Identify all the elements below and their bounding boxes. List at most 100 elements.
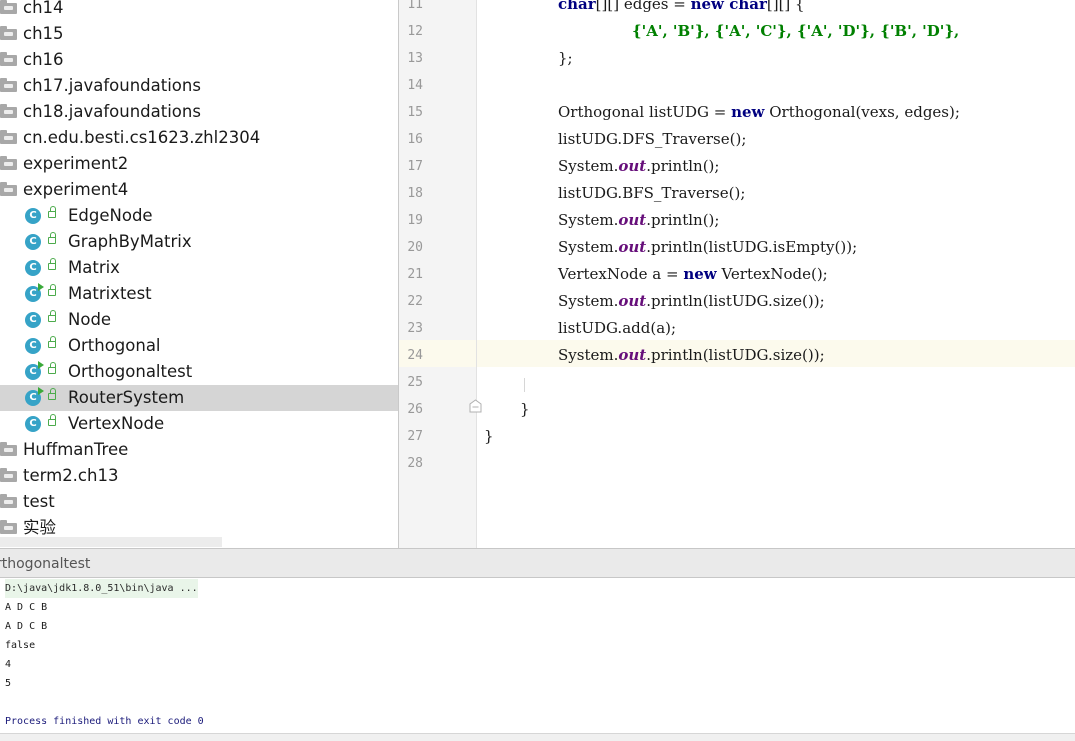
tree-folder-ch17[interactable]: ch17.javafoundations (0, 73, 398, 99)
tree-folder-cn-edu[interactable]: cn.edu.besti.cs1623.zhl2304 (0, 125, 398, 151)
tree-class-graphbymatrix[interactable]: C GraphByMatrix (0, 229, 398, 255)
tree-folder-ch18[interactable]: ch18.javafoundations (0, 99, 398, 125)
tree-folder-ch16[interactable]: ch16 (0, 47, 398, 73)
lock-icon (48, 284, 56, 296)
tree-item-label: ch16 (23, 50, 64, 69)
tree-item-label: VertexNode (68, 414, 165, 433)
lock-icon (48, 414, 56, 426)
code-line-19[interactable]: System.out.println(); (558, 207, 719, 234)
line-number: 25 (407, 375, 423, 390)
folder-icon (0, 130, 17, 144)
code-line-26[interactable]: } (520, 396, 530, 423)
tree-class-vertexnode[interactable]: C VertexNode (0, 411, 398, 437)
runnable-class-icon: C (25, 387, 44, 406)
tree-item-label: HuffmanTree (23, 440, 129, 459)
folder-icon (0, 0, 17, 14)
run-panel-header[interactable]: rthogonaltest (0, 548, 1075, 578)
code-line-18[interactable]: listUDG.BFS_Traverse(); (558, 180, 745, 207)
line-number: 19 (407, 213, 423, 228)
folder-icon (0, 26, 17, 40)
tree-class-matrix[interactable]: C Matrix (0, 255, 398, 281)
lock-icon (48, 336, 56, 348)
line-number: 16 (407, 132, 423, 147)
tree-item-label: Orthogonal (68, 336, 161, 355)
code-line-16[interactable]: listUDG.DFS_Traverse(); (558, 126, 746, 153)
line-number: 15 (407, 105, 423, 120)
class-icon: C (25, 208, 41, 224)
tree-class-edgenode[interactable]: C EdgeNode (0, 203, 398, 229)
line-number: 12 (407, 24, 423, 39)
code-line-11[interactable]: char[][] edges = new char[][] { (558, 0, 805, 18)
code-line-24[interactable]: System.out.println(listUDG.size()); (558, 342, 825, 369)
runnable-class-icon: C (25, 283, 44, 302)
tree-folder-ch15[interactable]: ch15 (0, 21, 398, 47)
tree-class-node[interactable]: C Node (0, 307, 398, 333)
code-line-22[interactable]: System.out.println(listUDG.size()); (558, 288, 825, 315)
lock-icon (48, 310, 56, 322)
tree-folder-test[interactable]: test (0, 489, 398, 515)
tree-item-label: ch14 (23, 0, 64, 17)
console-output-line: false (5, 640, 36, 651)
fold-icon[interactable] (469, 399, 482, 413)
class-icon: C (25, 416, 41, 432)
lock-icon (48, 362, 56, 374)
class-icon: C (25, 338, 41, 354)
console-command[interactable]: D:\java\jdk1.8.0_51\bin\java ... (5, 579, 198, 598)
folder-icon (0, 494, 17, 508)
console-output-line: A D C B (5, 602, 48, 613)
tree-class-routersystem[interactable]: C RouterSystem (0, 385, 398, 411)
code-line-13[interactable]: }; (558, 45, 573, 72)
line-number: 21 (407, 267, 423, 282)
tree-class-matrixtest[interactable]: C Matrixtest (0, 281, 398, 307)
line-number: 20 (407, 240, 423, 255)
line-number: 14 (407, 78, 423, 93)
line-number: 13 (407, 51, 423, 66)
tree-item-label: Node (68, 310, 112, 329)
line-number: 28 (407, 456, 423, 471)
tree-item-label: Matrixtest (68, 284, 152, 303)
line-number: 24 (407, 348, 423, 363)
run-tab-title[interactable]: rthogonaltest (0, 549, 90, 579)
console-exit-message: Process finished with exit code 0 (5, 716, 204, 727)
line-number: 18 (407, 186, 423, 201)
tree-item-label: ch17.javafoundations (23, 76, 201, 95)
line-number: 26 (407, 402, 423, 417)
code-line-27[interactable]: } (484, 423, 494, 450)
tree-item-label: GraphByMatrix (68, 232, 192, 251)
code-line-21[interactable]: VertexNode a = new VertexNode(); (558, 261, 828, 288)
lock-icon (48, 388, 56, 400)
run-console[interactable]: D:\java\jdk1.8.0_51\bin\java ... A D C B… (0, 578, 1075, 740)
class-icon: C (25, 260, 41, 276)
line-number: 11 (407, 0, 423, 12)
project-tree[interactable]: ch14 ch15 ch16 ch17.javafoundations ch18… (0, 0, 398, 548)
tree-horizontal-scrollbar[interactable] (0, 537, 222, 547)
folder-icon (0, 442, 17, 456)
line-number: 22 (407, 294, 423, 309)
code-line-17[interactable]: System.out.println(); (558, 153, 719, 180)
tree-item-label: EdgeNode (68, 206, 153, 225)
gutter-separator (476, 0, 477, 548)
code-line-12[interactable]: {'A', 'B'}, {'A', 'C'}, {'A', 'D'}, {'B'… (632, 18, 959, 45)
tree-folder-huffmantree[interactable]: HuffmanTree (0, 437, 398, 463)
tree-class-orthogonal[interactable]: C Orthogonal (0, 333, 398, 359)
folder-icon (0, 78, 17, 92)
folder-icon (0, 52, 17, 66)
code-line-15[interactable]: Orthogonal listUDG = new Orthogonal(vexs… (558, 99, 960, 126)
tree-folder-experiment2[interactable]: experiment2 (0, 151, 398, 177)
tree-item-label: RouterSystem (68, 388, 185, 407)
code-line-23[interactable]: listUDG.add(a); (558, 315, 676, 342)
line-number: 27 (407, 429, 423, 444)
runnable-class-icon: C (25, 361, 44, 380)
lock-icon (48, 232, 56, 244)
tree-item-label: test (23, 492, 55, 511)
tree-folder-experiment4[interactable]: experiment4 (0, 177, 398, 203)
folder-icon (0, 156, 17, 170)
tree-folder-ch14[interactable]: ch14 (0, 0, 398, 21)
code-line-20[interactable]: System.out.println(listUDG.isEmpty()); (558, 234, 857, 261)
tree-item-label: Matrix (68, 258, 120, 277)
console-output-line: A D C B (5, 621, 48, 632)
tree-folder-term2-ch13[interactable]: term2.ch13 (0, 463, 398, 489)
tree-class-orthogonaltest[interactable]: C Orthogonaltest (0, 359, 398, 385)
tree-item-label: ch15 (23, 24, 64, 43)
console-output-line: 5 (5, 678, 12, 689)
